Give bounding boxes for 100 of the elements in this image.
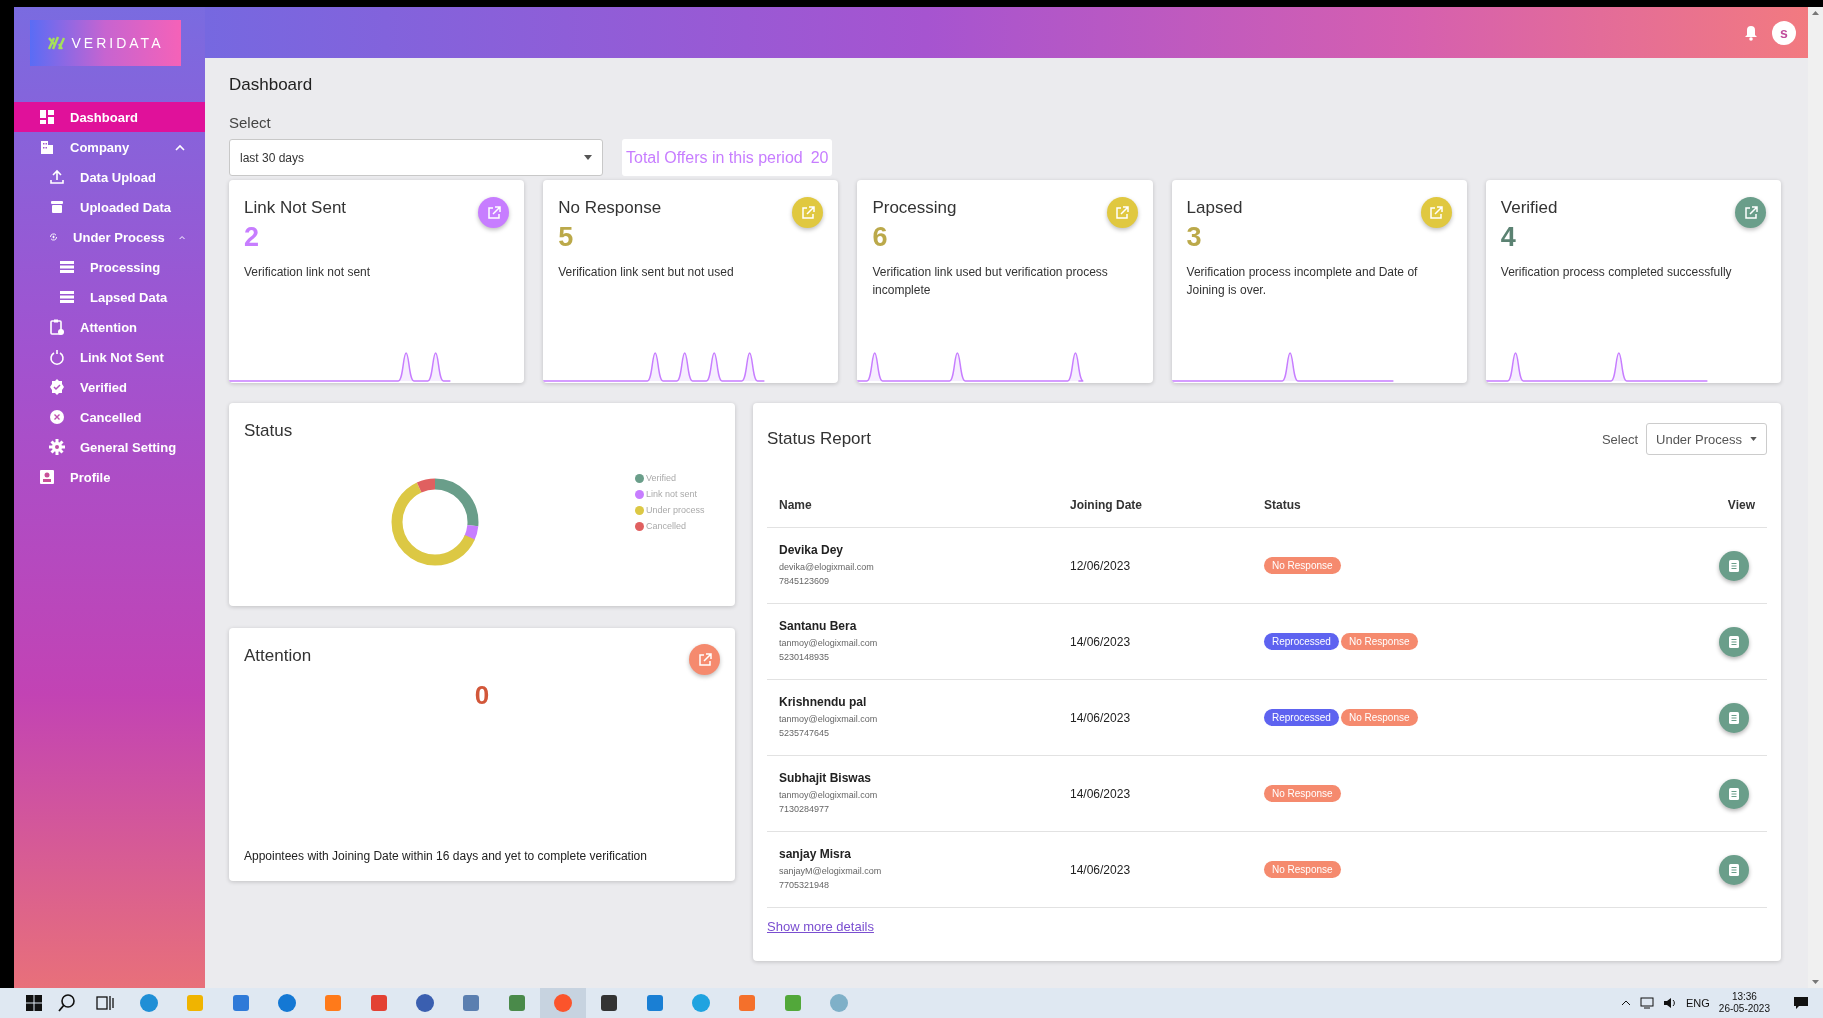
select-label: Select — [1601, 431, 1638, 447]
open-link-button[interactable] — [1420, 197, 1452, 228]
sidebar-item[interactable]: Uploaded Data — [14, 192, 205, 222]
chevron-up-icon[interactable] — [1621, 1000, 1631, 1006]
language-indicator[interactable]: ENG — [1686, 997, 1710, 1009]
document-icon — [1728, 634, 1740, 649]
open-link-button[interactable] — [478, 197, 510, 228]
app-icon — [507, 993, 527, 1013]
chevron-up-icon — [178, 233, 185, 241]
sidebar-item[interactable]: Company — [14, 132, 205, 162]
person-email: tanmoy@elogixmail.com — [779, 713, 879, 726]
legend-label: Cancelled — [646, 521, 687, 531]
app-icon — [185, 993, 205, 1013]
app-icon — [783, 993, 803, 1013]
search-icon[interactable] — [58, 994, 76, 1012]
archive-icon — [48, 198, 66, 216]
sidebar-item[interactable]: Profile — [14, 462, 205, 492]
app-icon — [691, 993, 711, 1013]
building-icon — [38, 138, 56, 156]
sidebar-item[interactable]: Under Process — [14, 222, 205, 252]
person-phone: 5235747645 — [779, 727, 831, 740]
card-title: No Response — [558, 198, 662, 218]
clipboard-icon — [48, 318, 66, 336]
person-name: Santanu Bera — [779, 619, 858, 633]
external-link-icon — [1742, 204, 1759, 221]
sidebar-item[interactable]: Link Not Sent — [14, 342, 205, 372]
app-icon — [369, 993, 389, 1013]
sidebar-item[interactable]: Attention — [14, 312, 205, 342]
person-name: Devika Dey — [779, 543, 845, 557]
dashboard-grid-icon — [38, 108, 56, 126]
document-icon — [1728, 862, 1740, 877]
joining-date: 14/06/2023 — [1070, 634, 1132, 649]
attention-note: Appointees with Joining Date within 16 days and yet to complete verification — [244, 849, 647, 863]
status-tag: No Response — [1264, 557, 1341, 574]
period-dropdown[interactable]: last 30 days — [229, 139, 603, 176]
app-icon — [553, 993, 573, 1013]
person-email: tanmoy@elogixmail.com — [779, 789, 879, 802]
dropdown-caret-icon — [584, 155, 592, 160]
app-icon — [231, 993, 251, 1013]
person-phone: 5230148935 — [779, 651, 831, 664]
task-view-icon[interactable] — [96, 995, 114, 1011]
joining-date: 12/06/2023 — [1070, 558, 1132, 573]
app-icon — [139, 993, 159, 1013]
card-title: Link Not Sent — [244, 198, 347, 218]
status-filter-dropdown[interactable]: Under Process — [1646, 423, 1767, 455]
card-description: Verification process completed successfully — [1500, 264, 1733, 281]
column-header: Joining Date — [1070, 498, 1143, 512]
app-icon — [829, 993, 849, 1013]
legend-label: Verified — [646, 473, 677, 483]
view-button[interactable] — [1719, 702, 1749, 733]
joining-date: 14/06/2023 — [1070, 710, 1132, 725]
user-avatar[interactable]: s — [1772, 20, 1796, 45]
status-tag: No Response — [1340, 633, 1418, 650]
sidebar-item[interactable]: General Setting — [14, 432, 205, 462]
card-description: Verification link used but verification process incomplete — [872, 264, 1109, 299]
external-link-icon — [696, 651, 713, 668]
person-email: tanmoy@elogixmail.com — [779, 637, 879, 650]
external-link-icon — [485, 204, 502, 221]
sidebar-item[interactable]: Data Upload — [14, 162, 205, 192]
status-tag: Reprocessed — [1264, 633, 1339, 650]
card-count: 3 — [1186, 222, 1203, 253]
person-email: sanjayM@elogixmail.com — [779, 865, 883, 878]
clock[interactable]: 13:36 26-05-2023 — [1718, 991, 1770, 1015]
view-button[interactable] — [1719, 854, 1749, 885]
joining-date: 14/06/2023 — [1070, 786, 1132, 801]
chevron-up-icon — [175, 143, 185, 151]
card-title: Lapsed — [1186, 198, 1243, 218]
logo-text: VERIDATA — [71, 35, 164, 51]
app-icon — [323, 993, 343, 1013]
notification-icon[interactable] — [1793, 996, 1809, 1010]
show-more-link[interactable]: Show more details — [767, 919, 874, 934]
card-count: 4 — [1500, 222, 1517, 253]
sidebar-item[interactable]: Processing — [14, 252, 205, 282]
view-button[interactable] — [1719, 626, 1749, 657]
badge-check-icon — [48, 378, 66, 396]
status-tag: No Response — [1340, 709, 1418, 726]
column-header: Name — [779, 498, 813, 512]
person-name: Krishnendu pal — [779, 695, 868, 709]
external-link-icon — [799, 204, 816, 221]
sidebar-item[interactable]: Verified — [14, 372, 205, 402]
view-button[interactable] — [1719, 550, 1749, 581]
card-title: Verified — [1500, 198, 1558, 218]
open-link-button[interactable] — [1735, 197, 1766, 228]
sidebar-item[interactable]: Dashboard — [14, 102, 205, 132]
sidebar-item[interactable]: Lapsed Data — [14, 282, 205, 312]
open-link-button[interactable] — [792, 197, 824, 228]
document-icon — [1728, 786, 1740, 801]
notification-bell-icon[interactable] — [1744, 24, 1758, 41]
open-link-button[interactable] — [689, 644, 720, 675]
open-link-button[interactable] — [1106, 197, 1138, 228]
card-description: Verification process incomplete and Date of Joining is over. — [1186, 264, 1419, 299]
speaker-icon[interactable] — [1663, 997, 1677, 1009]
windows-start-icon[interactable] — [26, 995, 42, 1011]
joining-date: 14/06/2023 — [1070, 862, 1132, 877]
person-phone: 7130284977 — [779, 803, 831, 816]
person-name: Subhajit Biswas — [779, 771, 873, 785]
view-button[interactable] — [1719, 778, 1749, 809]
external-link-icon — [1428, 204, 1445, 221]
legend-label: Under process — [646, 505, 705, 515]
sidebar-item[interactable]: Cancelled — [14, 402, 205, 432]
